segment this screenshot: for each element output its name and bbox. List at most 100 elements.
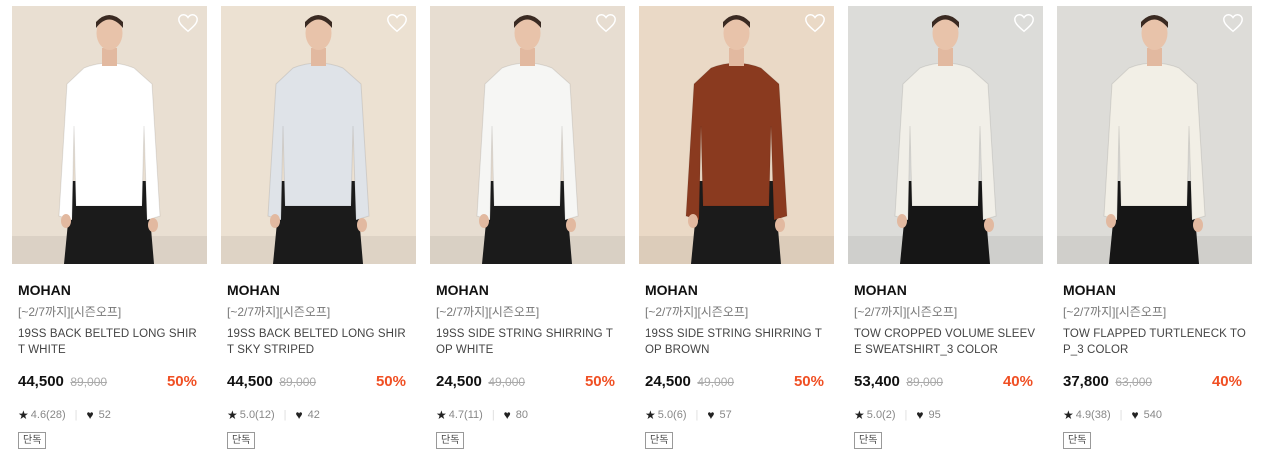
discount-rate: 40% [1211, 373, 1242, 390]
promo-label: [~2/7까지][시즌오프] [18, 305, 122, 319]
divider: | [904, 409, 908, 421]
model-photo [12, 6, 207, 264]
brand-name[interactable]: MOHAN [645, 281, 828, 299]
like-count: 52 [98, 409, 111, 421]
star-icon: ★ [436, 408, 447, 422]
model-photo [639, 6, 834, 264]
model-photo [221, 6, 416, 264]
exclusive-badge: 단독 [227, 432, 256, 449]
heart-filled-icon: ♥ [295, 408, 303, 422]
promo-label: [~2/7까지][시즌오프] [1063, 305, 1167, 319]
model-photo [848, 6, 1043, 264]
heart-outline-icon[interactable] [177, 12, 199, 34]
review-meta: ★ 5.0(12) | ♥ 42 [227, 407, 410, 423]
divider: | [1119, 409, 1123, 421]
product-card[interactable]: MOHAN [~2/7까지][시즌오프] 19SS BACK BELTED LO… [221, 6, 416, 466]
product-card[interactable]: MOHAN [~2/7까지][시즌오프] 19SS SIDE STRING SH… [430, 6, 625, 466]
heart-outline-icon[interactable] [1013, 12, 1035, 34]
brand-name[interactable]: MOHAN [18, 281, 201, 299]
product-name[interactable]: TOW FLAPPED TURTLENECK TOP_3 COLOR [1063, 326, 1246, 358]
promo-label: [~2/7까지][시즌오프] [436, 305, 540, 319]
star-icon: ★ [1063, 408, 1074, 422]
divider: | [283, 409, 287, 421]
product-name[interactable]: 19SS SIDE STRING SHIRRING TOP WHITE [436, 326, 619, 358]
original-price: 63,000 [1115, 375, 1153, 389]
heart-outline-icon[interactable] [386, 12, 408, 34]
model-photo [1057, 6, 1252, 264]
heart-filled-icon: ♥ [1131, 408, 1139, 422]
sale-price: 44,500 [18, 373, 64, 390]
rating-value: 5.0(12) [239, 409, 275, 421]
exclusive-badge: 단독 [1063, 432, 1092, 449]
product-grid: MOHAN [~2/7까지][시즌오프] 19SS BACK BELTED LO… [0, 0, 1265, 475]
price-row: 24,500 49,000 50% [436, 371, 619, 393]
exclusive-badge: 단독 [854, 432, 883, 449]
review-meta: ★ 5.0(2) | ♥ 95 [854, 407, 1037, 423]
discount-rate: 50% [793, 373, 824, 390]
divider: | [695, 409, 699, 421]
like-count: 42 [307, 409, 320, 421]
heart-filled-icon: ♥ [916, 408, 924, 422]
like-count: 95 [928, 409, 941, 421]
price-row: 44,500 89,000 50% [227, 371, 410, 393]
review-meta: ★ 4.6(28) | ♥ 52 [18, 407, 201, 423]
discount-rate: 50% [584, 373, 615, 390]
brand-name[interactable]: MOHAN [1063, 281, 1246, 299]
product-card[interactable]: MOHAN [~2/7까지][시즌오프] TOW FLAPPED TURTLEN… [1057, 6, 1252, 466]
promo-label: [~2/7까지][시즌오프] [227, 305, 331, 319]
sale-price: 24,500 [436, 373, 482, 390]
original-price: 89,000 [279, 375, 317, 389]
divider: | [491, 409, 495, 421]
star-icon: ★ [854, 408, 865, 422]
product-name[interactable]: 19SS BACK BELTED LONG SHIRT WHITE [18, 326, 201, 358]
exclusive-badge: 단독 [645, 432, 674, 449]
heart-outline-icon[interactable] [595, 12, 617, 34]
product-card[interactable]: MOHAN [~2/7까지][시즌오프] 19SS BACK BELTED LO… [12, 6, 207, 466]
sale-price: 37,800 [1063, 373, 1109, 390]
original-price: 89,000 [906, 375, 944, 389]
rating-value: 5.0(2) [866, 409, 896, 421]
product-image[interactable] [12, 6, 207, 264]
original-price: 89,000 [70, 375, 108, 389]
review-meta: ★ 4.9(38) | ♥ 540 [1063, 407, 1246, 423]
sale-price: 53,400 [854, 373, 900, 390]
rating-value: 4.7(11) [448, 409, 483, 421]
exclusive-badge: 단독 [436, 432, 465, 449]
brand-name[interactable]: MOHAN [227, 281, 410, 299]
like-count: 57 [719, 409, 732, 421]
product-name[interactable]: TOW CROPPED VOLUME SLEEVE SWEATSHIRT_3 C… [854, 326, 1037, 358]
product-image[interactable] [639, 6, 834, 264]
rating-value: 5.0(6) [657, 409, 687, 421]
price-row: 24,500 49,000 50% [645, 371, 828, 393]
star-icon: ★ [227, 408, 238, 422]
product-name[interactable]: 19SS SIDE STRING SHIRRING TOP BROWN [645, 326, 828, 358]
star-icon: ★ [645, 408, 656, 422]
heart-filled-icon: ♥ [503, 408, 511, 422]
product-card[interactable]: MOHAN [~2/7까지][시즌오프] TOW CROPPED VOLUME … [848, 6, 1043, 466]
brand-name[interactable]: MOHAN [436, 281, 619, 299]
review-meta: ★ 4.7(11) | ♥ 80 [436, 407, 619, 423]
rating-value: 4.6(28) [30, 409, 66, 421]
heart-filled-icon: ♥ [86, 408, 94, 422]
rating-value: 4.9(38) [1075, 409, 1111, 421]
heart-filled-icon: ♥ [707, 408, 715, 422]
product-image[interactable] [848, 6, 1043, 264]
brand-name[interactable]: MOHAN [854, 281, 1037, 299]
original-price: 49,000 [488, 375, 526, 389]
like-count: 80 [515, 409, 529, 421]
product-image[interactable] [221, 6, 416, 264]
product-image[interactable] [430, 6, 625, 264]
original-price: 49,000 [697, 375, 735, 389]
divider: | [74, 409, 78, 421]
like-count: 540 [1143, 409, 1162, 421]
discount-rate: 50% [375, 373, 406, 390]
heart-outline-icon[interactable] [1222, 12, 1244, 34]
price-row: 53,400 89,000 40% [854, 371, 1037, 393]
discount-rate: 40% [1002, 373, 1033, 390]
star-icon: ★ [18, 408, 29, 422]
product-card[interactable]: MOHAN [~2/7까지][시즌오프] 19SS SIDE STRING SH… [639, 6, 834, 466]
promo-label: [~2/7까지][시즌오프] [645, 305, 749, 319]
heart-outline-icon[interactable] [804, 12, 826, 34]
product-image[interactable] [1057, 6, 1252, 264]
product-name[interactable]: 19SS BACK BELTED LONG SHIRT SKY STRIPED [227, 326, 410, 358]
